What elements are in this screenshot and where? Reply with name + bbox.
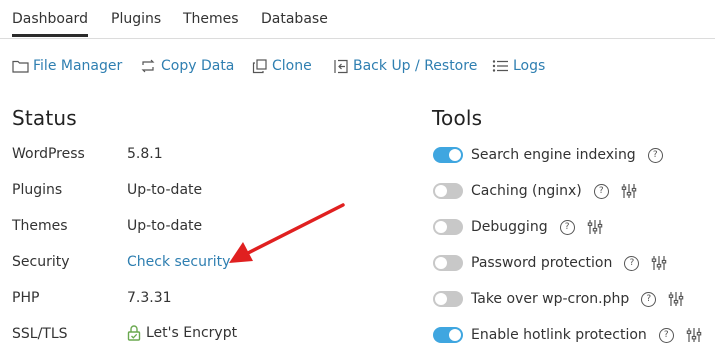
- settings-sliders-icon[interactable]: [651, 255, 667, 271]
- tool-row-wp-cron: Take over wp-cron.php ?: [433, 289, 684, 309]
- tools-heading: Tools: [432, 106, 483, 130]
- help-icon[interactable]: ?: [559, 219, 575, 235]
- hotlink-protection-toggle[interactable]: [433, 327, 463, 343]
- help-icon[interactable]: ?: [593, 183, 609, 199]
- copy-data-label: Copy Data: [161, 58, 235, 74]
- backup-restore-icon: [334, 59, 348, 73]
- copy-data-link[interactable]: Copy Data: [140, 58, 234, 74]
- tab-bar: Dashboard Plugins Themes Database: [0, 0, 715, 39]
- hotlink-protection-label: Enable hotlink protection: [471, 327, 647, 343]
- password-protection-toggle[interactable]: [433, 255, 463, 271]
- status-value-themes: Up-to-date: [127, 218, 203, 234]
- settings-sliders-icon[interactable]: [621, 183, 637, 199]
- status-value-plugins: Up-to-date: [127, 182, 203, 198]
- tab-themes[interactable]: Themes: [183, 11, 239, 27]
- help-icon[interactable]: ?: [658, 327, 674, 343]
- status-label-security: Security: [12, 254, 70, 270]
- check-security-link[interactable]: Check security: [127, 254, 230, 270]
- settings-sliders-icon[interactable]: [668, 291, 684, 307]
- file-manager-label: File Manager: [33, 58, 123, 74]
- status-label-ssl: SSL/TLS: [12, 326, 68, 342]
- sync-icon: [141, 59, 155, 73]
- caching-label: Caching (nginx): [471, 183, 582, 199]
- help-icon[interactable]: ?: [647, 147, 663, 163]
- tool-row-caching: Caching (nginx) ?: [433, 181, 637, 201]
- password-protection-label: Password protection: [471, 255, 613, 271]
- status-label-themes: Themes: [12, 218, 68, 234]
- status-value-ssl: Let's Encrypt: [127, 324, 237, 341]
- list-icon: [492, 60, 508, 72]
- folder-icon: [12, 60, 29, 73]
- backup-restore-link[interactable]: Back Up / Restore: [333, 58, 477, 74]
- file-manager-link[interactable]: File Manager: [12, 58, 122, 74]
- help-icon[interactable]: ?: [624, 255, 640, 271]
- debugging-toggle[interactable]: [433, 219, 463, 235]
- status-heading: Status: [12, 106, 77, 130]
- tool-row-hotlink-protection: Enable hotlink protection ?: [433, 325, 702, 345]
- status-value-php: 7.3.31: [127, 290, 172, 306]
- clone-link[interactable]: Clone: [252, 58, 312, 74]
- search-indexing-toggle[interactable]: [433, 147, 463, 163]
- status-label-wordpress: WordPress: [12, 146, 85, 162]
- tab-database[interactable]: Database: [261, 11, 328, 27]
- backup-restore-label: Back Up / Restore: [353, 58, 478, 74]
- help-icon[interactable]: ?: [641, 291, 657, 307]
- clone-label: Clone: [272, 58, 312, 74]
- tab-plugins[interactable]: Plugins: [111, 11, 161, 27]
- tool-row-password-protection: Password protection ?: [433, 253, 667, 273]
- status-value-wordpress: 5.8.1: [127, 146, 163, 162]
- clone-icon: [252, 58, 267, 73]
- status-label-php: PHP: [12, 290, 40, 306]
- logs-label: Logs: [513, 58, 546, 74]
- ssl-value-label: Let's Encrypt: [146, 324, 238, 341]
- settings-sliders-icon[interactable]: [587, 219, 603, 235]
- tool-row-search-indexing: Search engine indexing ?: [433, 145, 663, 165]
- status-label-plugins: Plugins: [12, 182, 63, 198]
- logs-link[interactable]: Logs: [492, 58, 545, 74]
- wp-cron-toggle[interactable]: [433, 291, 463, 307]
- tool-row-debugging: Debugging ?: [433, 217, 603, 237]
- tab-dashboard[interactable]: Dashboard: [12, 11, 88, 37]
- settings-sliders-icon[interactable]: [686, 327, 702, 343]
- caching-toggle[interactable]: [433, 183, 463, 199]
- lock-icon: [127, 325, 141, 341]
- search-indexing-label: Search engine indexing: [471, 147, 636, 163]
- wp-cron-label: Take over wp-cron.php: [471, 291, 630, 307]
- debugging-label: Debugging: [471, 219, 548, 235]
